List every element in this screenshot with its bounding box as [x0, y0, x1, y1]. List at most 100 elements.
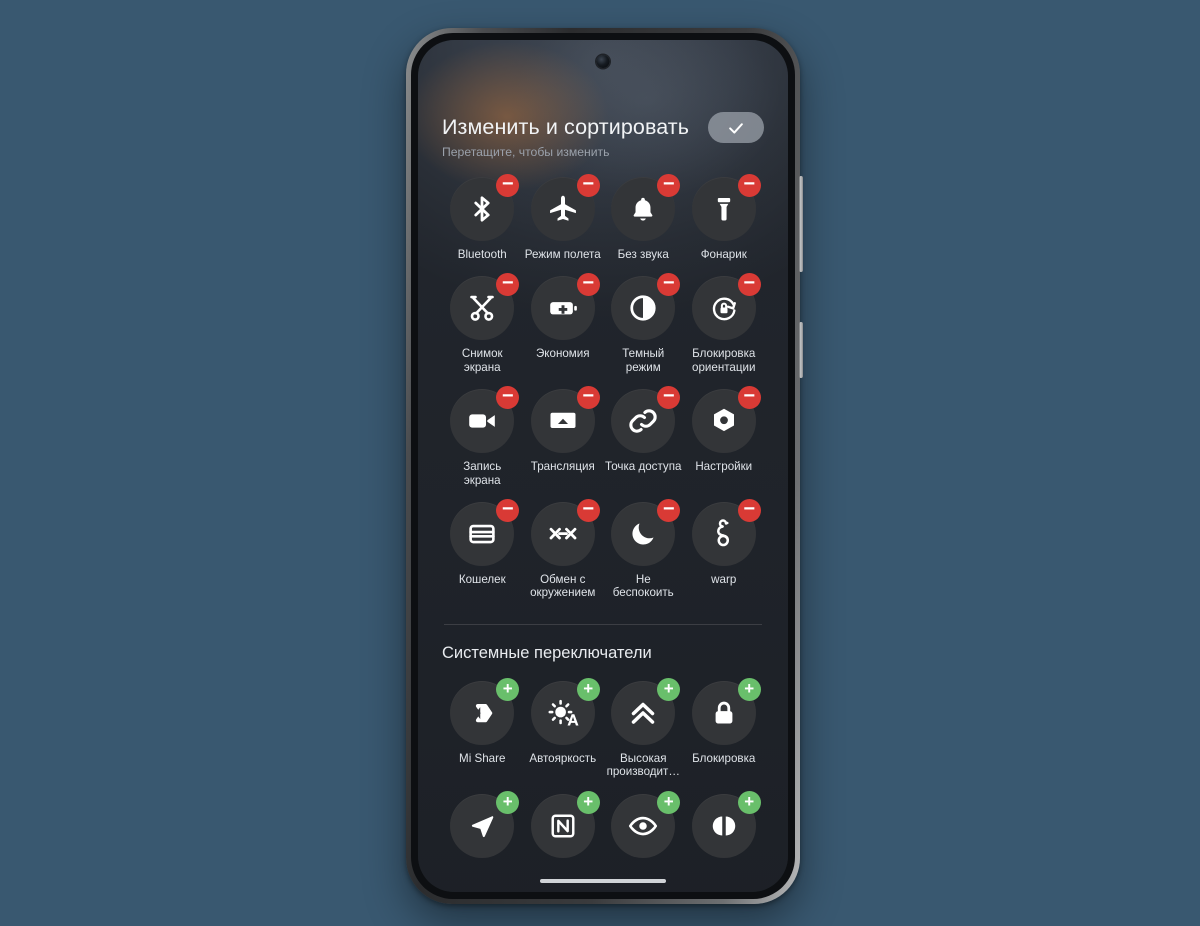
bell-icon	[633, 197, 653, 221]
quick-settings-tile[interactable]: − Настройки	[684, 384, 765, 487]
quick-settings-tile[interactable]: − Запись экрана	[442, 384, 523, 487]
tile-label: Блокировка	[692, 751, 756, 765]
add-tile-badge[interactable]: +	[657, 790, 681, 814]
remove-tile-badge[interactable]: −	[737, 384, 761, 410]
camcorder-icon	[469, 414, 496, 428]
remove-tile-badge[interactable]: −	[657, 271, 681, 297]
power-button[interactable]	[799, 322, 803, 378]
quick-settings-tile[interactable]: − Точка доступа	[603, 386, 684, 487]
nearby-share-icon	[549, 527, 577, 540]
tile-label: Обмен с окружением	[530, 573, 596, 600]
double-chevron-up-icon	[632, 702, 655, 724]
tile-label: Снимок экрана	[461, 347, 503, 374]
quick-settings-tile[interactable]: + Высокая производит…	[603, 677, 684, 779]
badge-glyph: −	[743, 384, 756, 407]
tile-circle-wrap: −	[611, 174, 681, 241]
airplane-icon	[549, 195, 576, 221]
remove-tile-badge[interactable]: −	[657, 172, 681, 197]
badge-glyph: −	[662, 172, 675, 195]
tile-label: Режим полета	[524, 248, 601, 261]
bluetooth-icon	[474, 196, 490, 222]
quick-settings-tile[interactable]: − Блокировка ориентации	[684, 273, 765, 374]
remove-tile-badge[interactable]: −	[737, 499, 761, 523]
control-center-edit-panel: Изменить и сортировать Перетащите, чтобы…	[418, 40, 788, 892]
badge-glyph: −	[743, 271, 756, 294]
tile-circle-wrap: −	[450, 273, 520, 341]
remove-tile-badge[interactable]: −	[737, 174, 761, 197]
tile-circle-wrap: −	[530, 174, 600, 241]
add-tile-badge[interactable]: +	[576, 790, 600, 814]
add-tile-badge[interactable]: +	[737, 677, 761, 701]
padlock-icon	[715, 701, 733, 724]
location-arrow-icon	[472, 815, 494, 837]
remove-tile-badge[interactable]: −	[576, 174, 600, 197]
quick-settings-tile[interactable]: − Не беспокоить	[603, 497, 684, 600]
moon-icon	[632, 523, 654, 545]
header-row: Изменить и сортировать	[442, 112, 764, 143]
settings-hex-icon	[713, 408, 734, 432]
tile-label: Темный режим	[622, 347, 665, 374]
tile-label: Экономия	[535, 347, 590, 361]
remove-tile-badge[interactable]: −	[657, 497, 681, 523]
volume-button[interactable]	[799, 176, 803, 272]
badge-glyph: −	[501, 384, 514, 407]
phone-screen: Изменить и сортировать Перетащите, чтобы…	[418, 40, 788, 892]
quick-settings-tile[interactable]: − Обмен с окружением	[523, 499, 604, 600]
remove-tile-badge[interactable]: −	[496, 174, 520, 197]
quick-settings-tile[interactable]: − Снимок экрана	[442, 273, 523, 374]
quick-settings-tile[interactable]: + Автояркость	[523, 677, 604, 779]
remove-tile-badge[interactable]: −	[576, 386, 600, 410]
badge-glyph: −	[662, 271, 675, 294]
badge-glyph: +	[583, 791, 594, 811]
quick-settings-tile[interactable]: − Трансляция	[523, 386, 604, 487]
gesture-home-bar[interactable]	[540, 879, 666, 883]
battery-saver-icon	[549, 302, 577, 315]
remove-tile-badge[interactable]: −	[576, 273, 600, 297]
auto-brightness-icon	[548, 699, 579, 726]
add-tile-badge[interactable]: +	[576, 677, 600, 701]
quick-settings-tile[interactable]: +	[603, 790, 684, 865]
remove-tile-badge[interactable]: −	[496, 273, 520, 297]
tile-circle-wrap: +	[530, 790, 600, 858]
remove-tile-badge[interactable]: −	[576, 499, 600, 523]
scissors-icon	[470, 296, 495, 322]
badge-glyph: −	[662, 497, 675, 520]
remove-tile-badge[interactable]: −	[496, 384, 520, 410]
badge-glyph: +	[744, 791, 755, 811]
quick-settings-tile[interactable]: − Без звука	[603, 174, 684, 261]
remove-tile-badge[interactable]: −	[496, 497, 520, 523]
section-title: Системные переключатели	[442, 643, 652, 662]
add-tile-badge[interactable]: +	[496, 677, 520, 701]
badge-glyph: −	[501, 497, 514, 520]
quick-settings-tile[interactable]: + Mi Share	[442, 677, 523, 779]
quick-settings-tile[interactable]: − Bluetooth	[442, 174, 523, 261]
page-title: Изменить и сортировать	[442, 115, 690, 139]
quick-settings-tile[interactable]: + Блокировка	[684, 677, 765, 779]
quick-settings-tile[interactable]: − Кошелек	[442, 499, 523, 600]
confirm-button[interactable]	[708, 112, 764, 143]
tile-circle-wrap: −	[611, 273, 681, 341]
quick-settings-tile[interactable]: − warp	[684, 499, 765, 600]
dolby-icon	[712, 816, 735, 836]
quick-settings-tile[interactable]: +	[684, 790, 765, 865]
tile-circle-wrap: +	[611, 790, 681, 858]
quick-settings-tile[interactable]: − Темный режим	[603, 273, 684, 374]
tile-label: Не беспокоить	[612, 573, 674, 600]
tile-circle-wrap: −	[450, 499, 520, 567]
remove-tile-badge[interactable]: −	[657, 386, 681, 410]
add-tile-badge[interactable]: +	[657, 677, 681, 701]
warp-worm-icon	[716, 519, 729, 547]
quick-settings-tile[interactable]: +	[442, 790, 523, 865]
tile-label: Блокировка ориентации	[692, 347, 756, 374]
remove-tile-badge[interactable]: −	[737, 271, 761, 297]
add-tile-badge[interactable]: +	[737, 790, 761, 814]
quick-settings-tile[interactable]: − Экономия	[523, 273, 604, 374]
tile-label: Высокая производит…	[606, 751, 680, 779]
quick-settings-tile[interactable]: +	[523, 790, 604, 865]
tile-label: Запись экрана	[463, 460, 502, 487]
quick-settings-tile[interactable]: − Фонарик	[684, 174, 765, 261]
add-tile-badge[interactable]: +	[496, 790, 520, 814]
tile-label: Без звука	[617, 248, 669, 261]
tile-circle-wrap: −	[691, 273, 761, 341]
quick-settings-tile[interactable]: − Режим полета	[523, 174, 604, 262]
